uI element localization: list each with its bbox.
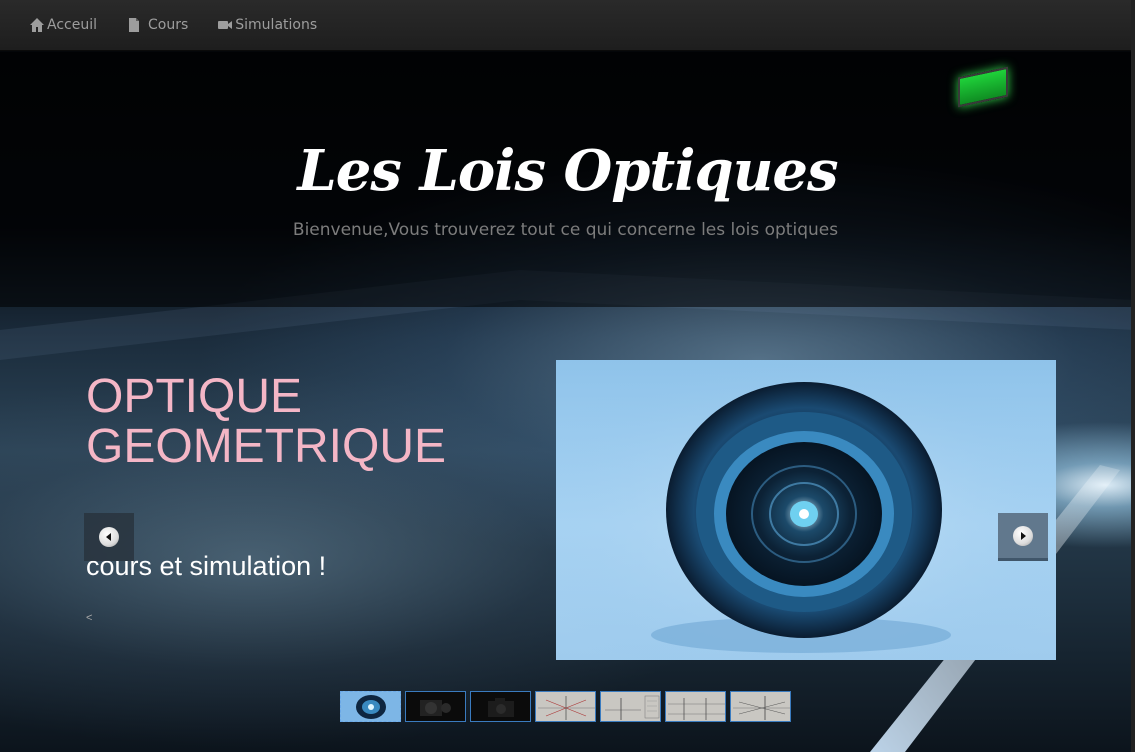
thumbnail-diagram[interactable] [730,691,791,722]
file-icon [129,18,139,32]
diagram-thumbnail-image [605,695,660,720]
video-camera-icon [218,21,233,29]
top-navbar: Acceuil Cours Simulations [0,0,1131,51]
nav-label: Acceuil [47,17,97,33]
thumbnail-camera[interactable] [470,691,531,722]
thumbnail-diagram[interactable] [665,691,726,722]
diagram-thumbnail-image [668,698,725,720]
thumbnail-camera[interactable] [405,691,466,722]
slider-next-button[interactable] [998,513,1048,561]
camera-lens-image [556,360,1056,660]
chevron-left-icon [99,527,119,547]
chevron-right-icon [1013,525,1033,546]
diagram-thumbnail-image [733,696,790,720]
lens-thumbnail-image [356,695,386,719]
slide-caption: < [86,612,93,624]
nav-item-acceuil[interactable]: Acceuil [29,17,97,33]
thumbnail-diagram[interactable] [535,691,596,722]
nav-item-cours[interactable]: Cours [126,17,188,33]
home-icon [30,18,44,32]
site-subtitle: Bienvenue,Vous trouverez tout ce qui con… [292,220,839,240]
camera-thumbnail-image [488,698,514,717]
slide-image-lens [556,360,1056,660]
camera-thumbnail-image [420,700,451,716]
nav-label: Cours [148,17,189,33]
thumbnail-lens[interactable] [340,691,401,722]
scrollbar[interactable] [1131,0,1135,752]
nav-item-simulations[interactable]: Simulations [217,17,317,33]
thumbnail-diagram[interactable] [600,691,661,722]
slider-thumbnails [340,691,791,722]
slide-heading: OPTIQUE GEOMETRIQUE [86,370,447,473]
diagram-thumbnail-image [538,696,595,720]
nav-label: Simulations [235,17,318,33]
site-title: Les Lois Optiques [297,138,838,204]
slider-prev-button[interactable] [84,513,134,561]
